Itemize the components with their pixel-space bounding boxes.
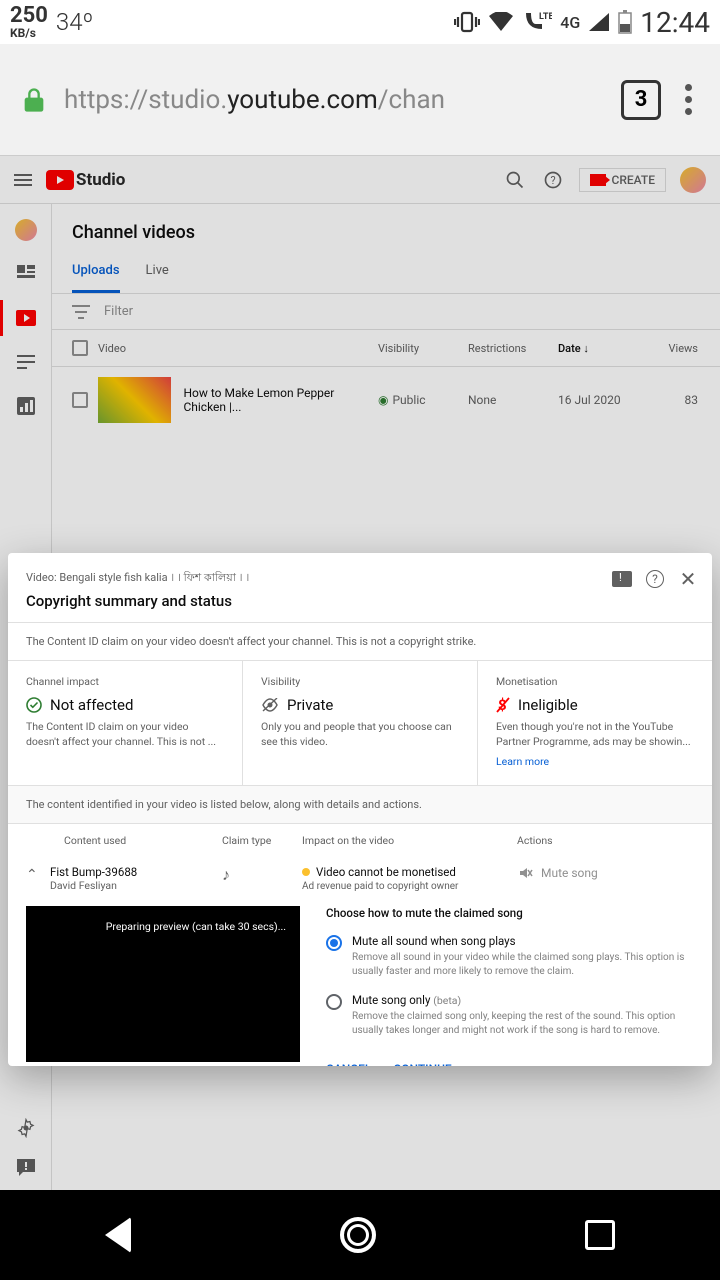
phone-lte-icon: LTE	[522, 11, 552, 33]
panel-channel-impact: Channel impact Not affected The Content …	[8, 661, 243, 785]
browser-chrome: https://studio.youtube.com/chan 3	[0, 44, 720, 156]
nav-home-icon[interactable]	[340, 1217, 376, 1253]
android-status-bar: 250KB/s 34º LTE 4G 12:44	[0, 0, 720, 44]
warning-dot-icon	[302, 868, 310, 876]
radio-icon	[326, 935, 342, 951]
nav-recent-icon[interactable]	[585, 1220, 615, 1250]
net-speed-value: 250	[10, 5, 48, 27]
lock-icon	[20, 86, 48, 114]
net-speed-unit: KB/s	[10, 27, 48, 39]
network-type: 4G	[560, 13, 580, 32]
mute-song-action[interactable]: Mute song	[517, 865, 694, 881]
cancel-button[interactable]: CANCEL	[326, 1062, 371, 1066]
claim-row: ⌃ Fist Bump-39688 David Fesliyan ♪ Video…	[8, 857, 712, 906]
url-bar[interactable]: https://studio.youtube.com/chan	[64, 85, 605, 115]
video-preview-box: Preparing preview (can take 30 secs)...	[26, 906, 300, 1062]
claims-table-head: Content used Claim type Impact on the vi…	[8, 824, 712, 857]
feedback-icon[interactable]	[612, 571, 632, 587]
clock: 12:44	[640, 6, 710, 39]
modal-title: Copyright summary and status	[26, 592, 694, 610]
copyright-modal: Video: Bengali style fish kalia । । ফিশ …	[8, 553, 712, 1066]
learn-more-link[interactable]: Learn more	[496, 755, 549, 768]
svg-text:LTE: LTE	[539, 12, 552, 22]
music-note-icon: ♪	[222, 865, 230, 884]
continue-button[interactable]: CONTINUE	[393, 1062, 451, 1066]
check-circle-icon	[26, 697, 42, 713]
modal-subtitle: Video: Bengali style fish kalia । । ফিশ …	[26, 569, 694, 588]
panel-monetisation: Monetisation $Ineligible Even though you…	[478, 661, 712, 785]
claim-artist: David Fesliyan	[50, 879, 222, 892]
collapse-chevron-icon[interactable]: ⌃	[26, 865, 50, 883]
claims-banner: The content identified in your video is …	[8, 786, 712, 824]
private-eye-icon	[261, 698, 279, 712]
modal-help-icon[interactable]: ?	[646, 570, 664, 588]
temperature: 34º	[56, 8, 93, 36]
info-banner: The Content ID claim on your video doesn…	[8, 622, 712, 661]
vibrate-icon	[454, 11, 480, 33]
tab-count-button[interactable]: 3	[621, 80, 661, 120]
signal-icon	[588, 12, 610, 32]
android-nav-bar	[0, 1190, 720, 1280]
ineligible-dollar-icon: $	[496, 696, 510, 714]
mute-icon	[517, 865, 533, 881]
modal-close-icon[interactable]: ✕	[678, 569, 698, 589]
battery-icon	[618, 10, 632, 34]
wifi-icon	[488, 12, 514, 32]
radio-mute-song-only[interactable]: Mute song only (beta) Remove the claimed…	[326, 993, 694, 1038]
browser-menu-icon[interactable]	[677, 84, 700, 115]
claim-song-title: Fist Bump-39688	[50, 865, 222, 879]
radio-mute-all[interactable]: Mute all sound when song plays Remove al…	[326, 934, 694, 979]
panel-visibility: Visibility Private Only you and people t…	[243, 661, 478, 785]
nav-back-icon[interactable]	[105, 1217, 131, 1253]
radio-icon	[326, 994, 342, 1010]
mute-options-title: Choose how to mute the claimed song	[326, 906, 694, 920]
